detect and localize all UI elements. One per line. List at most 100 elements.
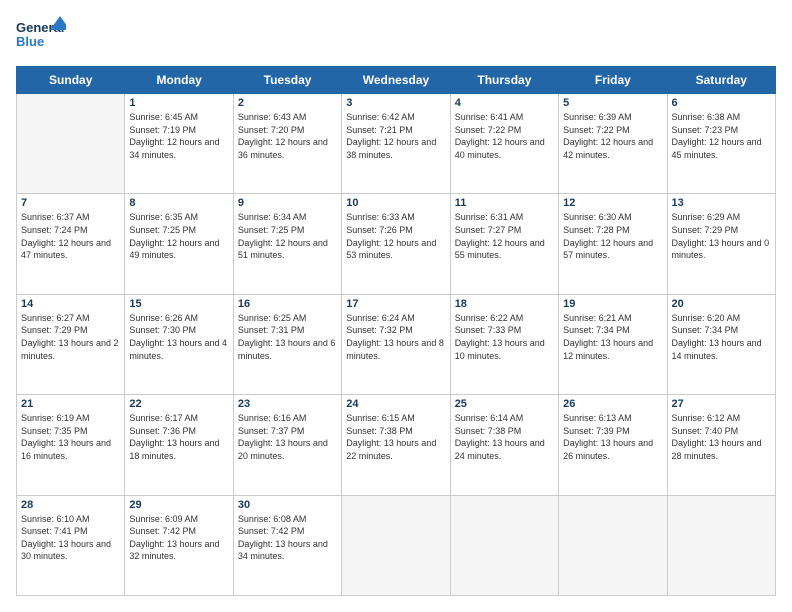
calendar-cell: 12 Sunrise: 6:30 AM Sunset: 7:28 PM Dayl… <box>559 194 667 294</box>
day-info: Sunrise: 6:14 AM Sunset: 7:38 PM Dayligh… <box>455 412 554 462</box>
day-number: 20 <box>672 298 771 310</box>
day-number: 2 <box>238 97 337 109</box>
calendar-cell <box>450 495 558 595</box>
calendar-cell: 23 Sunrise: 6:16 AM Sunset: 7:37 PM Dayl… <box>233 395 341 495</box>
day-number: 22 <box>129 398 228 410</box>
day-info: Sunrise: 6:27 AM Sunset: 7:29 PM Dayligh… <box>21 312 120 362</box>
day-header-wednesday: Wednesday <box>342 67 450 94</box>
day-number: 23 <box>238 398 337 410</box>
calendar-cell: 10 Sunrise: 6:33 AM Sunset: 7:26 PM Dayl… <box>342 194 450 294</box>
day-number: 27 <box>672 398 771 410</box>
calendar-cell: 8 Sunrise: 6:35 AM Sunset: 7:25 PM Dayli… <box>125 194 233 294</box>
day-info: Sunrise: 6:15 AM Sunset: 7:38 PM Dayligh… <box>346 412 445 462</box>
day-header-friday: Friday <box>559 67 667 94</box>
logo-svg: General Blue <box>16 16 66 56</box>
day-number: 9 <box>238 197 337 209</box>
day-info: Sunrise: 6:19 AM Sunset: 7:35 PM Dayligh… <box>21 412 120 462</box>
day-number: 13 <box>672 197 771 209</box>
day-info: Sunrise: 6:16 AM Sunset: 7:37 PM Dayligh… <box>238 412 337 462</box>
day-number: 7 <box>21 197 120 209</box>
calendar-cell: 17 Sunrise: 6:24 AM Sunset: 7:32 PM Dayl… <box>342 294 450 394</box>
day-number: 18 <box>455 298 554 310</box>
calendar-table: SundayMondayTuesdayWednesdayThursdayFrid… <box>16 66 776 596</box>
day-info: Sunrise: 6:26 AM Sunset: 7:30 PM Dayligh… <box>129 312 228 362</box>
day-info: Sunrise: 6:25 AM Sunset: 7:31 PM Dayligh… <box>238 312 337 362</box>
calendar-cell: 11 Sunrise: 6:31 AM Sunset: 7:27 PM Dayl… <box>450 194 558 294</box>
week-row-2: 7 Sunrise: 6:37 AM Sunset: 7:24 PM Dayli… <box>17 194 776 294</box>
calendar-cell: 15 Sunrise: 6:26 AM Sunset: 7:30 PM Dayl… <box>125 294 233 394</box>
calendar-cell: 1 Sunrise: 6:45 AM Sunset: 7:19 PM Dayli… <box>125 94 233 194</box>
header: General Blue <box>16 16 776 56</box>
day-info: Sunrise: 6:43 AM Sunset: 7:20 PM Dayligh… <box>238 111 337 161</box>
day-number: 19 <box>563 298 662 310</box>
calendar-cell <box>559 495 667 595</box>
calendar-cell: 28 Sunrise: 6:10 AM Sunset: 7:41 PM Dayl… <box>17 495 125 595</box>
page: General Blue SundayMondayTuesdayWednesda… <box>0 0 792 612</box>
day-number: 29 <box>129 499 228 511</box>
day-number: 11 <box>455 197 554 209</box>
day-number: 10 <box>346 197 445 209</box>
day-header-monday: Monday <box>125 67 233 94</box>
week-row-4: 21 Sunrise: 6:19 AM Sunset: 7:35 PM Dayl… <box>17 395 776 495</box>
calendar-cell: 18 Sunrise: 6:22 AM Sunset: 7:33 PM Dayl… <box>450 294 558 394</box>
calendar-cell: 21 Sunrise: 6:19 AM Sunset: 7:35 PM Dayl… <box>17 395 125 495</box>
day-info: Sunrise: 6:09 AM Sunset: 7:42 PM Dayligh… <box>129 513 228 563</box>
day-info: Sunrise: 6:37 AM Sunset: 7:24 PM Dayligh… <box>21 211 120 261</box>
calendar-cell: 20 Sunrise: 6:20 AM Sunset: 7:34 PM Dayl… <box>667 294 775 394</box>
day-info: Sunrise: 6:38 AM Sunset: 7:23 PM Dayligh… <box>672 111 771 161</box>
calendar-cell: 2 Sunrise: 6:43 AM Sunset: 7:20 PM Dayli… <box>233 94 341 194</box>
calendar-cell: 7 Sunrise: 6:37 AM Sunset: 7:24 PM Dayli… <box>17 194 125 294</box>
day-number: 6 <box>672 97 771 109</box>
calendar-cell: 3 Sunrise: 6:42 AM Sunset: 7:21 PM Dayli… <box>342 94 450 194</box>
day-number: 3 <box>346 97 445 109</box>
calendar-cell: 4 Sunrise: 6:41 AM Sunset: 7:22 PM Dayli… <box>450 94 558 194</box>
day-info: Sunrise: 6:31 AM Sunset: 7:27 PM Dayligh… <box>455 211 554 261</box>
day-number: 12 <box>563 197 662 209</box>
day-info: Sunrise: 6:10 AM Sunset: 7:41 PM Dayligh… <box>21 513 120 563</box>
day-number: 21 <box>21 398 120 410</box>
day-info: Sunrise: 6:45 AM Sunset: 7:19 PM Dayligh… <box>129 111 228 161</box>
day-info: Sunrise: 6:24 AM Sunset: 7:32 PM Dayligh… <box>346 312 445 362</box>
day-info: Sunrise: 6:13 AM Sunset: 7:39 PM Dayligh… <box>563 412 662 462</box>
day-info: Sunrise: 6:22 AM Sunset: 7:33 PM Dayligh… <box>455 312 554 362</box>
day-info: Sunrise: 6:42 AM Sunset: 7:21 PM Dayligh… <box>346 111 445 161</box>
day-number: 8 <box>129 197 228 209</box>
day-info: Sunrise: 6:29 AM Sunset: 7:29 PM Dayligh… <box>672 211 771 261</box>
day-number: 14 <box>21 298 120 310</box>
calendar-cell: 9 Sunrise: 6:34 AM Sunset: 7:25 PM Dayli… <box>233 194 341 294</box>
day-info: Sunrise: 6:39 AM Sunset: 7:22 PM Dayligh… <box>563 111 662 161</box>
day-info: Sunrise: 6:41 AM Sunset: 7:22 PM Dayligh… <box>455 111 554 161</box>
week-row-5: 28 Sunrise: 6:10 AM Sunset: 7:41 PM Dayl… <box>17 495 776 595</box>
calendar-cell: 25 Sunrise: 6:14 AM Sunset: 7:38 PM Dayl… <box>450 395 558 495</box>
logo: General Blue <box>16 16 66 56</box>
calendar-cell: 27 Sunrise: 6:12 AM Sunset: 7:40 PM Dayl… <box>667 395 775 495</box>
day-number: 26 <box>563 398 662 410</box>
svg-text:Blue: Blue <box>16 34 44 49</box>
calendar-cell: 6 Sunrise: 6:38 AM Sunset: 7:23 PM Dayli… <box>667 94 775 194</box>
day-number: 16 <box>238 298 337 310</box>
calendar-cell: 26 Sunrise: 6:13 AM Sunset: 7:39 PM Dayl… <box>559 395 667 495</box>
day-info: Sunrise: 6:08 AM Sunset: 7:42 PM Dayligh… <box>238 513 337 563</box>
calendar-cell: 13 Sunrise: 6:29 AM Sunset: 7:29 PM Dayl… <box>667 194 775 294</box>
week-row-1: 1 Sunrise: 6:45 AM Sunset: 7:19 PM Dayli… <box>17 94 776 194</box>
day-number: 5 <box>563 97 662 109</box>
calendar-cell <box>342 495 450 595</box>
calendar-cell <box>17 94 125 194</box>
day-number: 28 <box>21 499 120 511</box>
calendar-cell <box>667 495 775 595</box>
day-number: 15 <box>129 298 228 310</box>
calendar-cell: 22 Sunrise: 6:17 AM Sunset: 7:36 PM Dayl… <box>125 395 233 495</box>
day-number: 24 <box>346 398 445 410</box>
day-number: 25 <box>455 398 554 410</box>
calendar-cell: 14 Sunrise: 6:27 AM Sunset: 7:29 PM Dayl… <box>17 294 125 394</box>
day-number: 4 <box>455 97 554 109</box>
calendar-cell: 24 Sunrise: 6:15 AM Sunset: 7:38 PM Dayl… <box>342 395 450 495</box>
day-info: Sunrise: 6:21 AM Sunset: 7:34 PM Dayligh… <box>563 312 662 362</box>
calendar-cell: 16 Sunrise: 6:25 AM Sunset: 7:31 PM Dayl… <box>233 294 341 394</box>
calendar-header-row: SundayMondayTuesdayWednesdayThursdayFrid… <box>17 67 776 94</box>
calendar-cell: 19 Sunrise: 6:21 AM Sunset: 7:34 PM Dayl… <box>559 294 667 394</box>
day-number: 1 <box>129 97 228 109</box>
day-info: Sunrise: 6:34 AM Sunset: 7:25 PM Dayligh… <box>238 211 337 261</box>
day-info: Sunrise: 6:30 AM Sunset: 7:28 PM Dayligh… <box>563 211 662 261</box>
day-number: 17 <box>346 298 445 310</box>
